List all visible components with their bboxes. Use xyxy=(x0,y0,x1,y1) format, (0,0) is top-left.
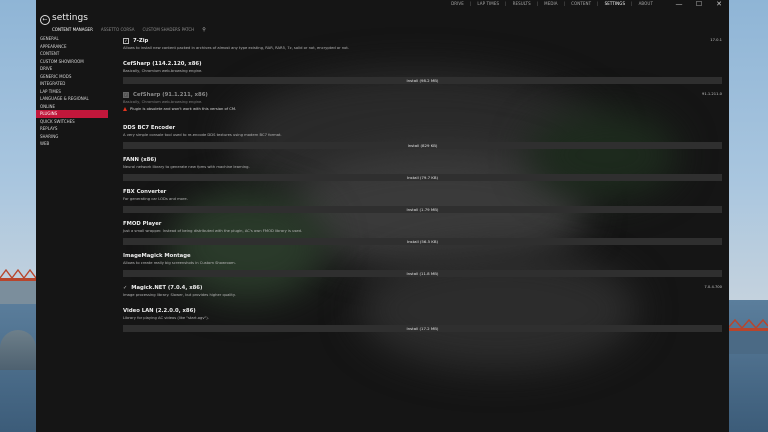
plugin-cefsharp-old: ✓ CefSharp (91.1.211, x86) Basically, Chr… xyxy=(123,92,722,111)
plugin-cefsharp-new: CefSharp (114.2.120, x86) Basically, Chr… xyxy=(123,61,722,84)
nav-content[interactable]: CONTENT xyxy=(571,1,591,7)
sidebar-item-quick-switches[interactable]: QUICK SWITCHES xyxy=(36,118,108,126)
bridge-right-image xyxy=(728,318,768,354)
sidebar-item-content[interactable]: CONTENT xyxy=(36,50,108,58)
install-button[interactable]: Install (17.2 MB) xyxy=(123,325,722,332)
installed-check-icon: ✓ xyxy=(123,285,128,291)
title-bar: DRIVE | LAP TIMES | RESULTS | MEDIA | CO… xyxy=(36,0,729,9)
plugin-description: Basically, Chromium web-browsing engine. xyxy=(123,69,203,73)
nav-lap-times[interactable]: LAP TIMES xyxy=(477,1,499,7)
maximize-button[interactable]: ☐ xyxy=(689,0,709,9)
plugin-fann: FANN (x86) Neural network library to gen… xyxy=(123,157,722,181)
enable-checkbox[interactable]: ✓ xyxy=(123,92,129,98)
warning-icon xyxy=(123,107,127,111)
plugin-description: Just a small wrapper. Instead of being d… xyxy=(123,229,303,233)
sidebar-item-sharing[interactable]: SHARING xyxy=(36,133,108,141)
plugin-magick-net: ✓ Magick.NET (7.0.4, x86) Image processin… xyxy=(123,285,722,297)
tab-custom-shaders-patch[interactable]: CUSTOM SHADERS PATCH xyxy=(143,27,195,33)
obsolete-warning: Plugin is obsolete and won't work with t… xyxy=(123,107,722,111)
sidebar-item-plugins[interactable]: PLUGINS xyxy=(36,110,108,118)
plugins-list: ✓ 7-Zip Allows to install new content pac… xyxy=(123,36,722,432)
plugin-description: Allows to install new content packed in … xyxy=(123,46,350,50)
subtabs: CONTENT MANAGER ASSETTO CORSA CUSTOM SHA… xyxy=(52,27,206,33)
nav-results[interactable]: RESULTS xyxy=(513,1,531,7)
plugin-name: FBX Converter xyxy=(123,189,167,195)
plugin-name: Magick.NET (7.0.4, x86) xyxy=(131,285,203,291)
sidebar-item-integrated[interactable]: INTEGRATED xyxy=(36,80,108,88)
nav-media[interactable]: MEDIA xyxy=(544,1,557,7)
nav-about[interactable]: ABOUT xyxy=(639,1,653,7)
install-button[interactable]: Install (98.2 MB) xyxy=(123,77,722,84)
install-button[interactable]: Install (829 KB) xyxy=(123,142,722,149)
plugin-name: CefSharp (114.2.120, x86) xyxy=(123,61,202,67)
back-arrow-icon[interactable]: ← xyxy=(40,15,50,25)
plugin-name: ImageMagick Montage xyxy=(123,253,191,259)
sidebar-item-appearance[interactable]: APPEARANCE xyxy=(36,43,108,51)
plugin-7zip: ✓ 7-Zip Allows to install new content pac… xyxy=(123,38,722,50)
plugin-name: FANN (x86) xyxy=(123,157,157,163)
plugin-name: DDS BC7 Encoder xyxy=(123,125,176,131)
bridge-left-image xyxy=(0,268,36,304)
plugin-fbx-converter: FBX Converter For generating car LODs an… xyxy=(123,189,722,213)
close-button[interactable]: ✕ xyxy=(709,0,729,9)
app-window: DRIVE | LAP TIMES | RESULTS | MEDIA | CO… xyxy=(36,0,729,432)
tab-assetto-corsa[interactable]: ASSETTO CORSA xyxy=(101,27,135,33)
install-button[interactable]: Install (79.7 KB) xyxy=(123,174,722,181)
plugin-description: Image processing library. Slower, but pr… xyxy=(123,293,236,297)
sidebar-item-online[interactable]: ONLINE xyxy=(36,103,108,111)
plugin-name: FMOD Player xyxy=(123,221,162,227)
plugin-description: For generating car LODs and more. xyxy=(123,197,188,201)
plugin-description: Allows to create really big screenshots … xyxy=(123,261,236,265)
plugin-name: CefSharp (91.1.211, x86) xyxy=(133,92,208,98)
top-navigation: DRIVE | LAP TIMES | RESULTS | MEDIA | CO… xyxy=(451,1,653,7)
sidebar-item-generic-mods[interactable]: GENERIC MODS xyxy=(36,73,108,81)
plugin-version: 17.0.1 xyxy=(710,38,722,42)
warning-text: Plugin is obsolete and won't work with t… xyxy=(130,107,237,111)
enable-checkbox[interactable]: ✓ xyxy=(123,38,129,44)
sidebar-item-web[interactable]: WEB xyxy=(36,140,108,148)
plugin-video-lan: Video LAN (2.2.0.0, x86) Library for pla… xyxy=(123,308,722,332)
minimize-button[interactable]: — xyxy=(669,0,689,9)
tab-content-manager[interactable]: CONTENT MANAGER xyxy=(52,27,93,33)
plugin-description: A very simple console tool used to re-en… xyxy=(123,133,282,137)
plugin-description: Neural network library to generate new f… xyxy=(123,165,250,169)
plugin-name: 7-Zip xyxy=(133,38,149,44)
sidebar: GENERAL APPEARANCE CONTENT CUSTOM SHOWRO… xyxy=(36,35,108,432)
sidebar-item-custom-showroom[interactable]: CUSTOM SHOWROOM xyxy=(36,58,108,66)
sidebar-item-general[interactable]: GENERAL xyxy=(36,35,108,43)
install-button[interactable]: Install (1.79 MB) xyxy=(123,206,722,213)
plugin-name: Video LAN (2.2.0.0, x86) xyxy=(123,308,196,314)
plugin-imagemagick-montage: ImageMagick Montage Allows to create rea… xyxy=(123,253,722,277)
sidebar-item-drive[interactable]: DRIVE xyxy=(36,65,108,73)
plugin-dds-bc7-encoder: DDS BC7 Encoder A very simple console to… xyxy=(123,125,722,149)
plugin-description: Library for playing AC videos (like "sta… xyxy=(123,316,209,320)
nav-drive[interactable]: DRIVE xyxy=(451,1,464,7)
sidebar-item-language-regional[interactable]: LANGUAGE & REGIONAL xyxy=(36,95,108,103)
install-button[interactable]: Install (56.5 KB) xyxy=(123,238,722,245)
plugin-description: Basically, Chromium web-browsing engine. xyxy=(123,100,203,104)
plugin-version: 91.1.211.0 xyxy=(702,92,722,96)
sidebar-item-lap-times[interactable]: LAP TIMES xyxy=(36,88,108,96)
search-icon[interactable]: ⚲ xyxy=(202,27,206,33)
page-title: settings xyxy=(52,13,88,23)
nav-settings[interactable]: SETTINGS xyxy=(605,1,626,7)
plugin-fmod-player: FMOD Player Just a small wrapper. Instea… xyxy=(123,221,722,245)
install-button[interactable]: Install (11.8 MB) xyxy=(123,270,722,277)
plugin-version: 7.0.4.700 xyxy=(704,285,722,289)
sidebar-item-replays[interactable]: REPLAYS xyxy=(36,125,108,133)
